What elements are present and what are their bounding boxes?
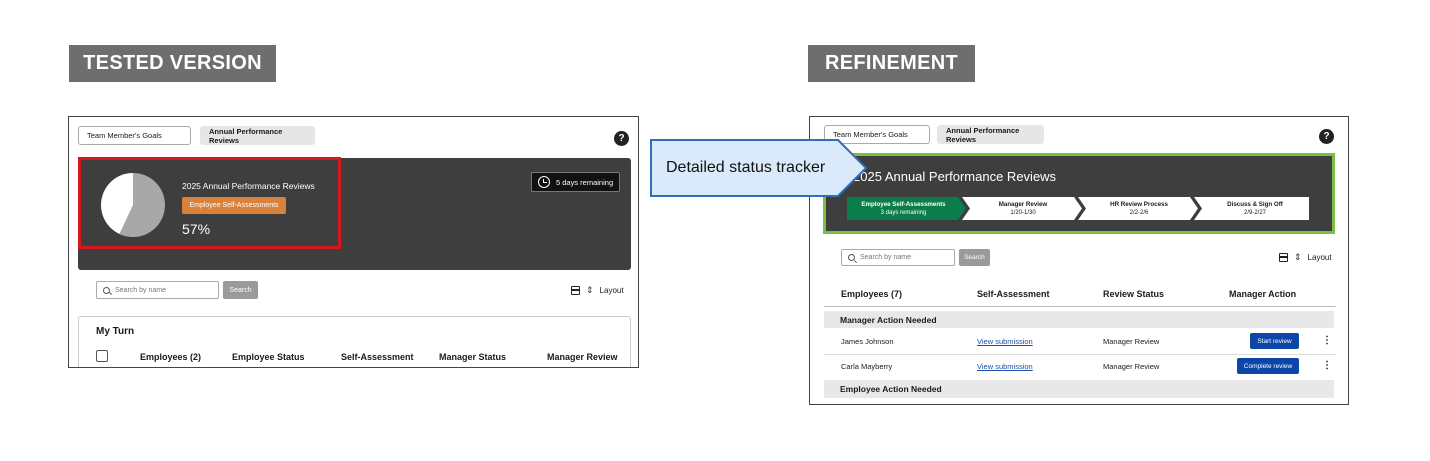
section-title: My Turn (96, 326, 135, 337)
step-4-sub: 2/9-2/27 (1243, 210, 1267, 216)
days-remaining-text: 5 days remaining (556, 177, 614, 187)
refinement-label: REFINEMENT (808, 45, 975, 82)
step-discuss-sign-off[interactable]: Discuss & Sign Off 2/9-2/27 (1202, 198, 1308, 220)
group-manager-action-needed: Manager Action Needed (824, 311, 1334, 328)
help-icon[interactable]: ? (1319, 129, 1334, 144)
row-2-view-submission-link[interactable]: View submission (977, 362, 1033, 371)
col-employee-status[interactable]: Employee Status (232, 352, 305, 362)
step-3-sub: 2/2-2/6 (1129, 210, 1149, 216)
search-button[interactable]: Search (959, 249, 990, 266)
progress-percent: 57% (182, 221, 211, 237)
search-placeholder: Search by name (860, 254, 911, 261)
col-employees[interactable]: Employees (7) (841, 289, 902, 299)
header-divider (824, 306, 1336, 307)
help-icon[interactable]: ? (614, 131, 629, 146)
step-1-title: Employee Self-Assessments (861, 201, 946, 208)
start-review-button[interactable]: Start review (1250, 333, 1299, 349)
review-title: 2025 Annual Performance Reviews (853, 169, 1057, 184)
sort-updown-icon: ⇕ (586, 285, 594, 295)
step-1-sub: 3 days remaining (880, 210, 927, 216)
step-manager-review[interactable]: Manager Review 1/20-1/30 (970, 198, 1076, 220)
step-4-title: Discuss & Sign Off (1227, 201, 1283, 208)
search-input[interactable]: Search by name (96, 281, 219, 299)
search-input[interactable]: Search by name (841, 249, 955, 266)
callout-text: Detailed status tracker (666, 159, 826, 176)
search-icon (848, 254, 855, 261)
layout-icon (571, 286, 580, 295)
review-title: 2025 Annual Performance Reviews (182, 181, 315, 191)
layout-label: Layout (1307, 253, 1332, 262)
step-employee-self-assessments[interactable]: Employee Self-Assessments 3 days remaini… (847, 198, 960, 220)
row-2-status: Manager Review (1103, 362, 1160, 371)
clock-icon (538, 176, 550, 188)
col-employees[interactable]: Employees (2) (140, 352, 201, 362)
layout-label: Layout (599, 286, 624, 295)
search-button[interactable]: Search (223, 281, 258, 299)
tab-annual-reviews[interactable]: Annual Performance Reviews (937, 125, 1044, 144)
select-all-checkbox[interactable] (96, 350, 108, 362)
layout-icon (1279, 253, 1288, 262)
row-1-more-icon[interactable]: ⋮ (1322, 336, 1332, 346)
row-1-status: Manager Review (1103, 337, 1160, 346)
row-1-name: James Johnson (841, 337, 894, 346)
refinement-highlight (823, 153, 1335, 234)
layout-control[interactable]: ⇕ Layout (571, 286, 624, 295)
tab-annual-reviews[interactable]: Annual Performance Reviews (200, 126, 315, 145)
step-2-sub: 1/20-1/30 (1010, 210, 1036, 216)
step-hr-review-process[interactable]: HR Review Process 2/2-2/6 (1086, 198, 1192, 220)
tab-team-goals[interactable]: Team Member's Goals (78, 126, 191, 145)
complete-review-button[interactable]: Complete review (1237, 358, 1299, 374)
tested-screen: Team Member's Goals Annual Performance R… (68, 116, 639, 368)
days-remaining-badge: 5 days remaining (531, 172, 621, 192)
col-self-assessment[interactable]: Self-Assessment (341, 352, 414, 362)
col-manager-action[interactable]: Manager Action (1229, 289, 1296, 299)
col-self-assessment[interactable]: Self-Assessment (977, 289, 1050, 299)
step-3-title: HR Review Process (1110, 201, 1168, 208)
step-2-title: Manager Review (998, 201, 1048, 208)
row-1-view-submission-link[interactable]: View submission (977, 337, 1033, 346)
col-manager-status[interactable]: Manager Status (439, 352, 506, 362)
refinement-screen: Team Member's Goals Annual Performance R… (809, 116, 1349, 405)
search-placeholder: Search by name (115, 286, 166, 294)
sort-updown-icon: ⇕ (1294, 252, 1302, 262)
row-divider (824, 354, 1336, 355)
tested-version-label: TESTED VERSION (69, 45, 276, 82)
layout-control[interactable]: ⇕ Layout (1279, 253, 1332, 262)
stage-badge: Employee Self-Assessments (182, 197, 286, 214)
col-manager-review[interactable]: Manager Review (547, 352, 618, 362)
search-icon (103, 286, 110, 294)
my-turn-card: My Turn Employees (2) Employee Status Se… (78, 316, 631, 367)
group-employee-action-needed: Employee Action Needed (824, 380, 1334, 398)
col-review-status[interactable]: Review Status (1103, 289, 1164, 299)
row-2-more-icon[interactable]: ⋮ (1322, 361, 1332, 371)
row-2-name: Carla Mayberry (841, 362, 893, 371)
progress-pie-chart (101, 173, 165, 237)
